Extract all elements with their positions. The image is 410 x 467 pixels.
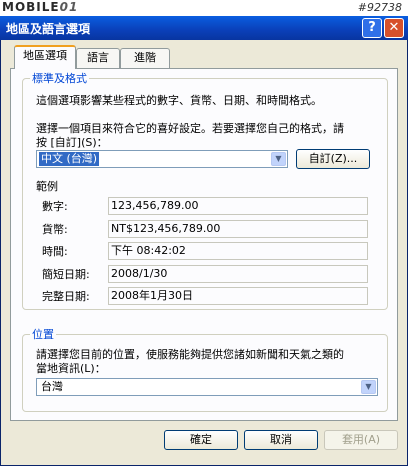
standards-description: 這個選項影響某些程式的數字、貨幣、日期、和時間格式。 <box>36 94 322 107</box>
location-select[interactable]: 台灣 ▼ <box>36 378 378 396</box>
sample-number-label: 數字: <box>42 200 68 213</box>
close-icon: ✕ <box>388 20 400 35</box>
close-button[interactable]: ✕ <box>384 18 404 38</box>
tab-regional-options[interactable]: 地區選項 <box>14 45 76 69</box>
sample-short-date-value: 2008/1/30 <box>108 265 368 283</box>
sample-currency-label: 貨幣: <box>42 223 68 236</box>
ok-button[interactable]: 確定 <box>164 430 238 450</box>
location-select-value: 台灣 <box>41 380 63 393</box>
samples-label: 範例 <box>36 180 58 193</box>
format-select-value: 中文 (台灣) <box>39 152 100 166</box>
sample-long-date-label: 完整日期: <box>42 290 90 303</box>
tab-languages[interactable]: 語言 <box>76 48 120 68</box>
format-select[interactable]: 中文 (台灣) ▼ <box>36 150 288 168</box>
sample-currency-value: NT$123,456,789.00 <box>108 220 368 238</box>
standards-group-title: 標準及格式 <box>30 70 89 86</box>
tab-advanced[interactable]: 進階 <box>120 48 170 68</box>
help-icon: ? <box>368 20 376 35</box>
sample-long-date-value: 2008年1月30日 <box>108 287 368 305</box>
cancel-button[interactable]: 取消 <box>244 430 318 450</box>
help-button[interactable]: ? <box>362 18 382 38</box>
choose-format-text-line2: 按 [自訂](S)： <box>36 136 108 149</box>
chevron-down-icon[interactable]: ▼ <box>271 152 286 166</box>
location-description-line2: 當地資訊(L)： <box>36 362 106 375</box>
window-title: 地區及語言選項 <box>6 22 91 36</box>
sample-time-value: 下午 08:42:02 <box>108 242 368 260</box>
customize-button[interactable]: 自訂(Z)... <box>296 149 370 169</box>
sample-short-date-label: 簡短日期: <box>42 268 90 281</box>
chevron-down-icon[interactable]: ▼ <box>361 380 376 394</box>
sample-time-label: 時間: <box>42 245 68 258</box>
watermark-id: #92738 <box>357 1 402 14</box>
location-group-title: 位置 <box>30 326 56 342</box>
sample-number-value: 123,456,789.00 <box>108 197 368 215</box>
watermark-logo: MOBILE01 <box>2 0 79 14</box>
apply-button[interactable]: 套用(A) <box>324 430 398 450</box>
